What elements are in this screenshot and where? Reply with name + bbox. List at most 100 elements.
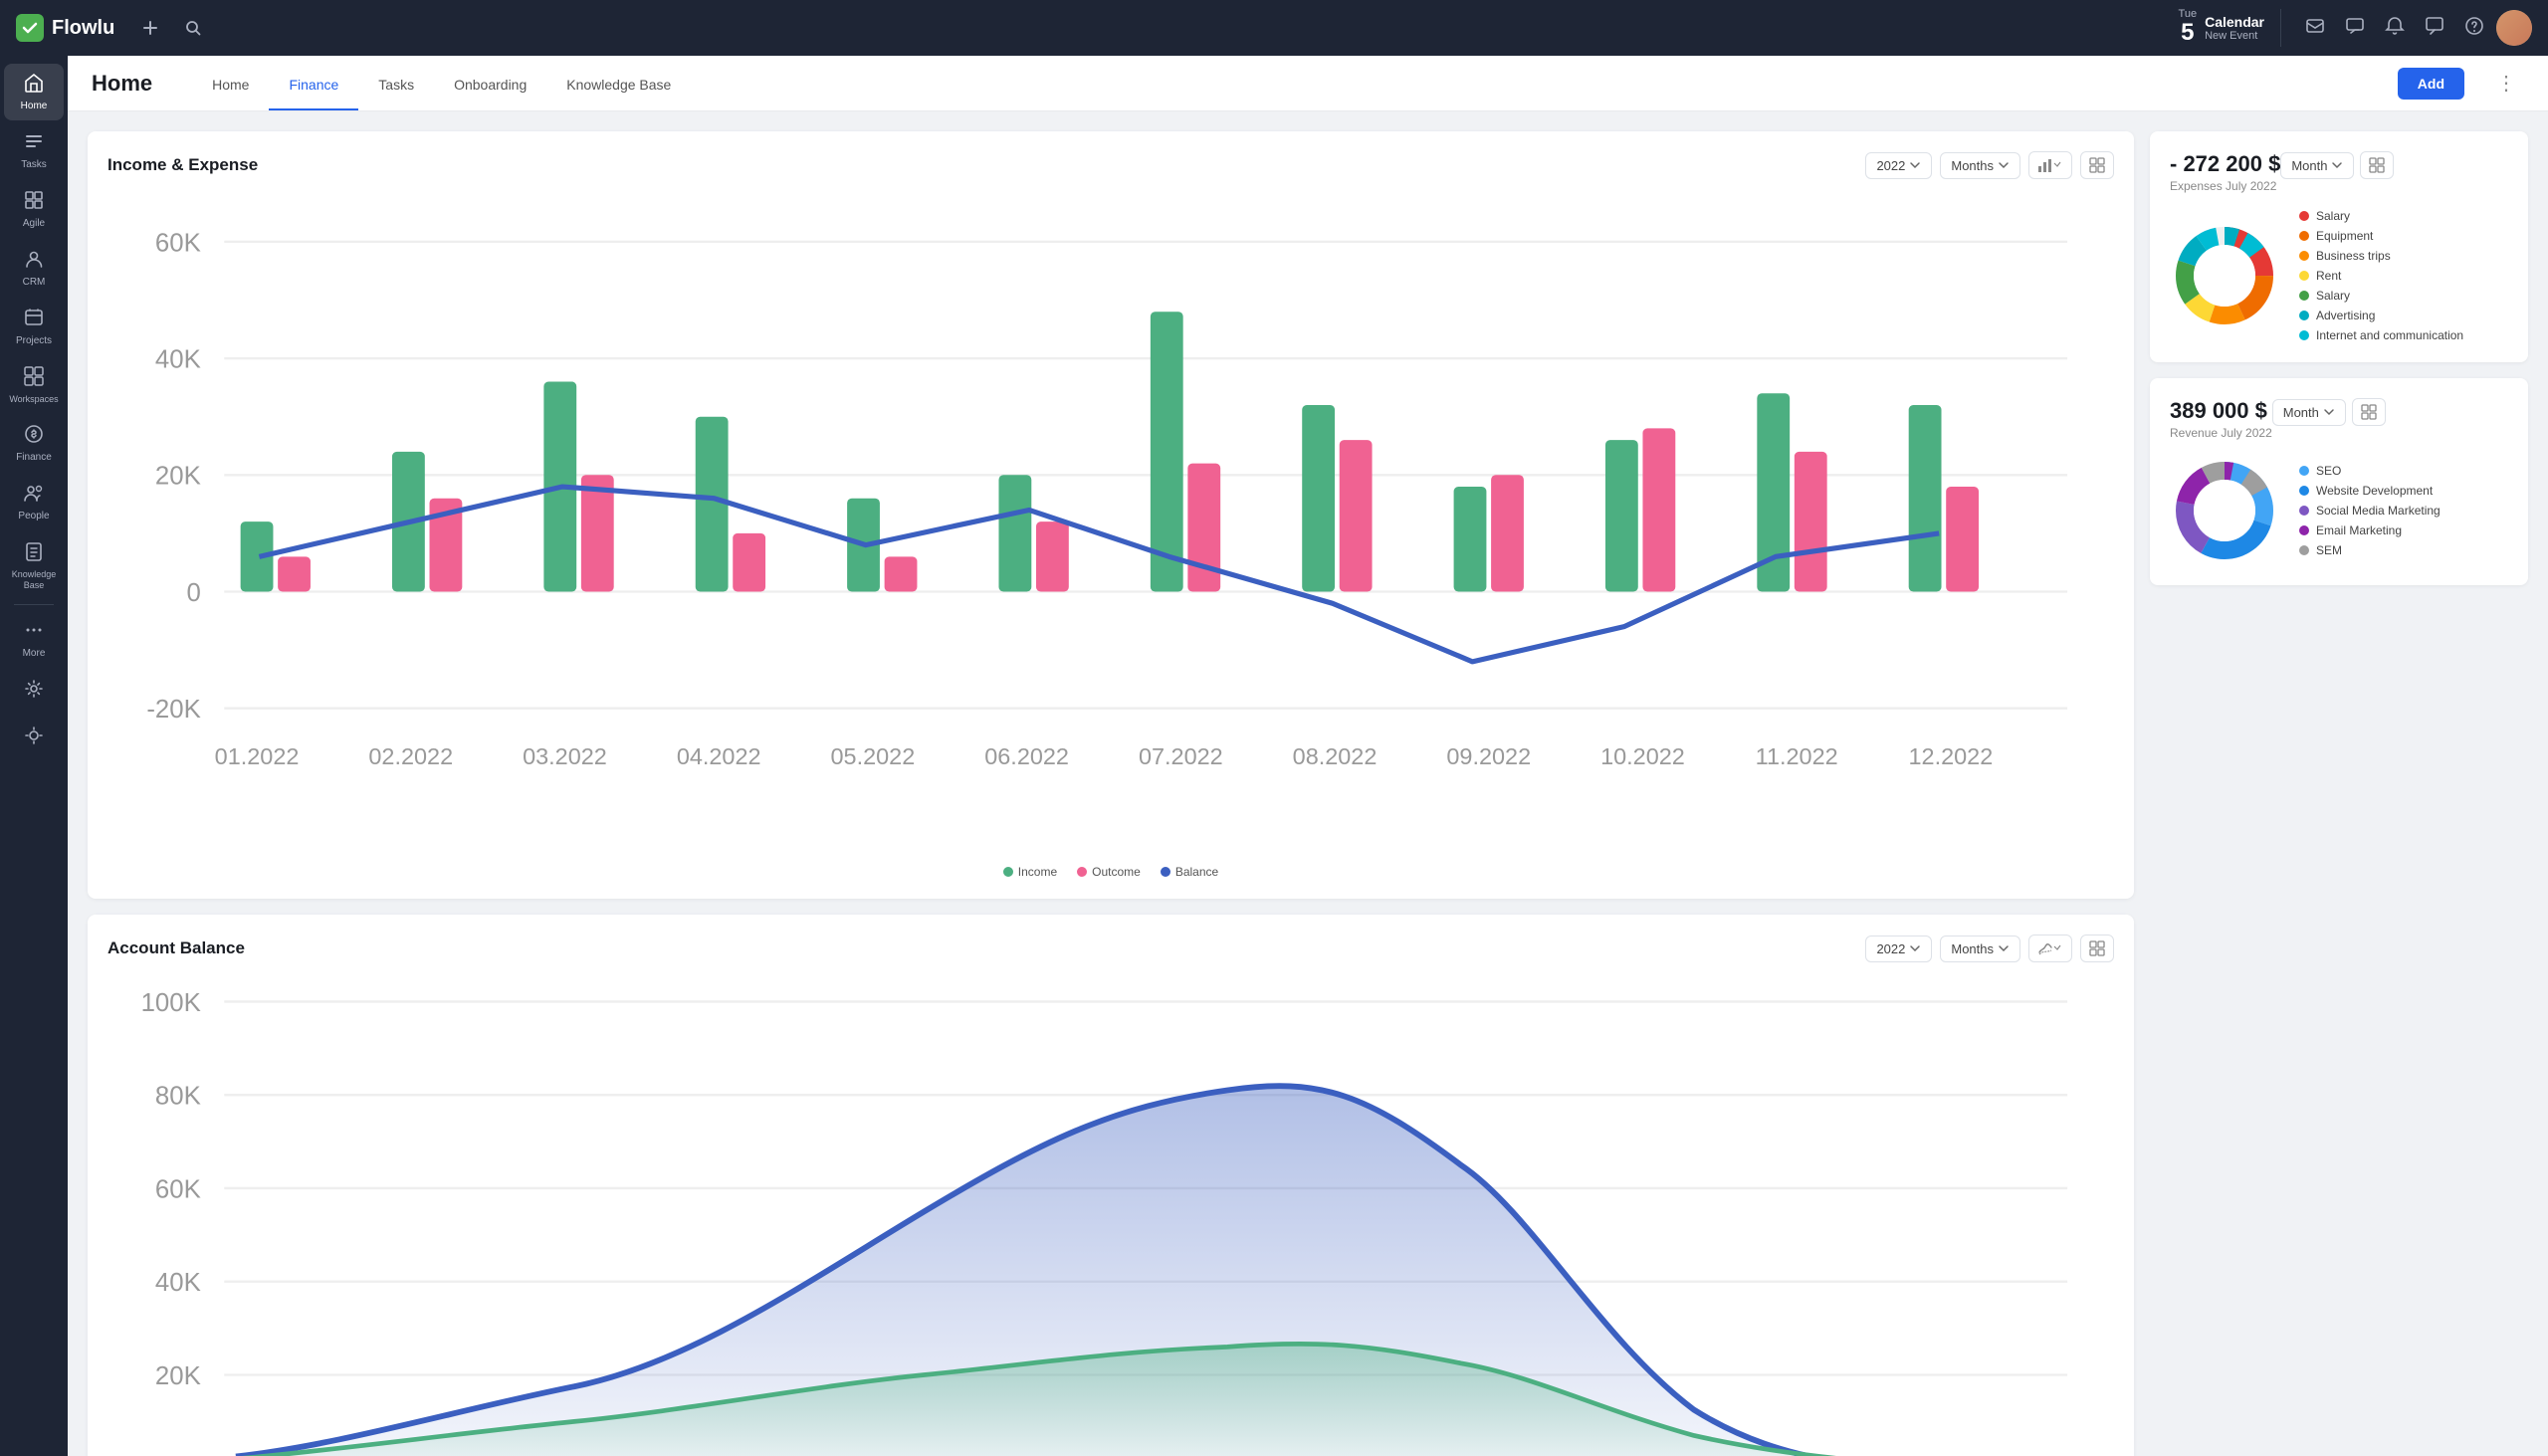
expenses-legend-list: Salary Equipment Business trips	[2299, 209, 2508, 342]
sidebar-item-projects[interactable]: Projects	[4, 299, 64, 355]
revenue-controls: Month	[2272, 398, 2386, 426]
salary-red-dot	[2299, 211, 2309, 221]
tab-knowledge-base[interactable]: Knowledge Base	[546, 61, 691, 110]
tab-finance[interactable]: Finance	[269, 61, 358, 110]
sidebar-item-workspaces[interactable]: Workspaces	[4, 357, 64, 413]
sidebar-kb-label: Knowledge Base	[10, 569, 58, 591]
account-grid-button[interactable]	[2080, 935, 2114, 962]
legend-website-dev: Website Development	[2299, 484, 2508, 498]
svg-text:40K: 40K	[155, 345, 201, 373]
business-trips-dot	[2299, 251, 2309, 261]
salary-red-label: Salary	[2316, 209, 2350, 223]
sidebar-item-people[interactable]: People	[4, 474, 64, 530]
projects-icon	[23, 307, 45, 332]
tab-onboarding[interactable]: Onboarding	[434, 61, 546, 110]
svg-text:80K: 80K	[155, 1083, 201, 1111]
sidebar-home-label: Home	[21, 101, 48, 112]
app-logo[interactable]: Flowlu	[16, 14, 114, 42]
account-year-dropdown[interactable]: 2022	[1865, 936, 1932, 962]
sidebar-finance-label: Finance	[16, 452, 52, 464]
chat-icon-button[interactable]	[2337, 8, 2373, 49]
social-media-dot	[2299, 506, 2309, 516]
period-dropdown[interactable]: Months	[1940, 152, 2020, 179]
add-button[interactable]: Add	[2398, 68, 2464, 100]
help-icon-button[interactable]	[2456, 8, 2492, 49]
chart-type-button[interactable]	[2028, 151, 2072, 179]
expenses-info: - 272 200 $ Expenses July 2022	[2170, 151, 2280, 193]
income-chart-controls: 2022 Months	[1865, 151, 2114, 179]
sidebar-item-knowledge-base[interactable]: Knowledge Base	[4, 532, 64, 599]
svg-text:06.2022: 06.2022	[984, 743, 1069, 769]
revenue-month-value: Month	[2283, 405, 2319, 420]
advertising-label: Advertising	[2316, 309, 2375, 322]
expenses-grid-button[interactable]	[2360, 151, 2394, 179]
logo-icon	[16, 14, 44, 42]
income-dot	[1003, 867, 1013, 877]
mail-icon-button[interactable]	[2297, 8, 2333, 49]
expenses-month-dropdown[interactable]: Month	[2280, 152, 2354, 179]
year-dropdown[interactable]: 2022	[1865, 152, 1932, 179]
tab-home[interactable]: Home	[192, 61, 269, 110]
expenses-card: - 272 200 $ Expenses July 2022 Month	[2150, 131, 2528, 362]
svg-text:01.2022: 01.2022	[215, 743, 300, 769]
add-button[interactable]	[134, 12, 166, 44]
sidebar-item-tasks[interactable]: Tasks	[4, 122, 64, 179]
sidebar-item-more[interactable]: More	[4, 611, 64, 668]
year-value: 2022	[1876, 158, 1905, 173]
tab-tasks[interactable]: Tasks	[358, 61, 434, 110]
account-balance-card: Account Balance 2022 Months	[88, 915, 2134, 1456]
search-button[interactable]	[178, 13, 208, 43]
settings-icon	[23, 678, 45, 704]
nav-tabs: Home Finance Tasks Onboarding Knowledge …	[192, 56, 1271, 110]
legend-salary-red: Salary	[2299, 209, 2508, 223]
sidebar-item-settings[interactable]	[4, 670, 64, 715]
page-title: Home	[92, 71, 152, 97]
revenue-grid-button[interactable]	[2352, 398, 2386, 426]
legend-salary-green: Salary	[2299, 289, 2508, 303]
website-dev-label: Website Development	[2316, 484, 2433, 498]
expenses-label: Expenses July 2022	[2170, 179, 2280, 193]
more-icon	[23, 619, 45, 645]
sidebar-item-agile[interactable]: Agile	[4, 181, 64, 238]
legend-social-media: Social Media Marketing	[2299, 504, 2508, 518]
equipment-label: Equipment	[2316, 229, 2373, 243]
sem-label: SEM	[2316, 543, 2342, 557]
user-avatar[interactable]	[2496, 10, 2532, 46]
top-navigation: Flowlu Tue 5 Calendar New Event	[0, 0, 2548, 56]
income-chart-title: Income & Expense	[107, 155, 1865, 175]
revenue-month-dropdown[interactable]: Month	[2272, 399, 2346, 426]
more-options-button[interactable]: ⋮	[2488, 67, 2524, 100]
bell-icon-button[interactable]	[2377, 8, 2413, 49]
calendar-widget[interactable]: Tue 5 Calendar New Event	[2179, 9, 2281, 46]
legend-advertising: Advertising	[2299, 309, 2508, 322]
legend-email-marketing: Email Marketing	[2299, 523, 2508, 537]
sidebar-item-integrations[interactable]	[4, 717, 64, 758]
account-year-value: 2022	[1876, 941, 1905, 956]
svg-text:05.2022: 05.2022	[831, 743, 916, 769]
sem-dot	[2299, 545, 2309, 555]
sidebar-workspaces-label: Workspaces	[9, 394, 58, 405]
business-trips-label: Business trips	[2316, 249, 2391, 263]
sidebar-item-home[interactable]: Home	[4, 64, 64, 120]
expenses-donut-row: Salary Equipment Business trips	[2170, 209, 2508, 342]
sidebar-item-crm[interactable]: CRM	[4, 240, 64, 297]
left-panel: Income & Expense 2022 Months	[88, 131, 2134, 1436]
legend-equipment: Equipment	[2299, 229, 2508, 243]
revenue-info: 389 000 $ Revenue July 2022	[2170, 398, 2272, 440]
sidebar-item-finance[interactable]: Finance	[4, 415, 64, 472]
comment-icon-button[interactable]	[2417, 8, 2452, 49]
social-media-label: Social Media Marketing	[2316, 504, 2441, 518]
income-chart-svg-container: 60K 40K 20K 0 -20K	[107, 195, 2114, 853]
account-chart-type-button[interactable]	[2028, 935, 2072, 962]
rent-dot	[2299, 271, 2309, 281]
svg-text:07.2022: 07.2022	[1139, 743, 1223, 769]
calendar-info: Calendar New Event	[2205, 14, 2264, 42]
outcome-dot	[1077, 867, 1087, 877]
finance-icon	[23, 423, 45, 449]
chart-grid-button[interactable]	[2080, 151, 2114, 179]
calendar-number: 5	[2179, 20, 2198, 46]
page-header: Home Home Finance Tasks Onboarding Knowl…	[68, 56, 2548, 111]
rent-label: Rent	[2316, 269, 2341, 283]
account-period-dropdown[interactable]: Months	[1940, 936, 2020, 962]
calendar-subtitle: New Event	[2205, 30, 2264, 42]
